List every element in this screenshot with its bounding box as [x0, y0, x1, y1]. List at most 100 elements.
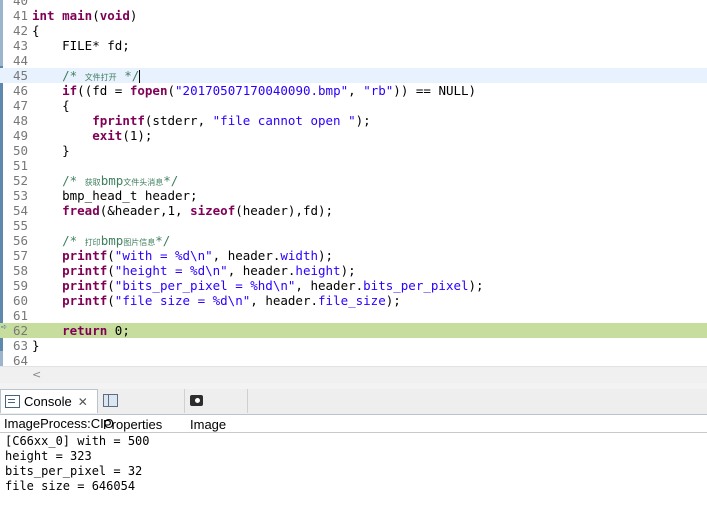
line-number: 47 [12, 98, 28, 113]
code-token: bmp [100, 233, 124, 248]
code-line[interactable]: 62 return 0; [0, 323, 707, 338]
code-token: height [295, 263, 341, 278]
tab-image-label: Image [190, 417, 227, 432]
code-token: ((fd = [77, 83, 130, 98]
code-token: { [32, 23, 40, 38]
code-token: /* [32, 68, 85, 83]
code-line[interactable]: 57 printf("with = %d\n", header.width); [0, 248, 707, 263]
code-line[interactable]: 55 [0, 218, 707, 233]
code-text: bmp_head_t header; [32, 188, 197, 203]
code-line[interactable]: 56 /* 打印bmp图片信息*/ [0, 233, 707, 248]
code-text: printf("bits_per_pixel = %hd\n", header.… [32, 278, 483, 293]
code-token: 打印 [84, 238, 101, 247]
tab-console[interactable]: Console ✕ [0, 389, 98, 413]
code-token: fopen [129, 83, 168, 98]
code-line[interactable]: 45 /* 文件打开 */ [0, 68, 707, 83]
editor-horizontal-scrollbar[interactable]: < [0, 366, 707, 383]
code-area[interactable]: 40 41 int main(void) 42 {43 FILE* fd; 44 45 /*… [0, 0, 707, 366]
code-token: ); [385, 293, 401, 308]
code-token: "file cannot open " [212, 113, 356, 128]
code-token: file_size [318, 293, 386, 308]
code-token: } [32, 143, 70, 158]
line-number: 46 [12, 83, 28, 98]
console-output-line: file size = 646054 [5, 479, 136, 493]
console-divider [0, 432, 707, 433]
code-line[interactable]: 49 exit(1); [0, 128, 707, 143]
code-token: (1); [122, 128, 153, 143]
code-line[interactable]: 41 int main(void) [0, 8, 707, 23]
scroll-left-arrow-icon[interactable]: < [32, 368, 41, 381]
line-number: 42 [12, 23, 28, 38]
code-token: ) [129, 8, 138, 23]
line-number: 48 [12, 113, 28, 128]
code-token: ); [318, 248, 334, 263]
code-token: ( [92, 8, 100, 23]
code-token: 图片信息 [123, 238, 156, 247]
code-line[interactable]: 46 if((fd = fopen("20170507170040090.bmp… [0, 83, 707, 98]
code-line[interactable]: 47 { [0, 98, 707, 113]
code-line[interactable]: 52 /* 获取bmp文件头消息*/ [0, 173, 707, 188]
code-token: bits_per_pixel [363, 278, 469, 293]
code-line[interactable]: 42 { [0, 23, 707, 38]
code-line[interactable]: 53 bmp_head_t header; [0, 188, 707, 203]
code-token: (&header,1, [99, 203, 191, 218]
code-text: } [32, 338, 40, 353]
line-number: 56 [12, 233, 28, 248]
line-number: 40 [12, 0, 28, 8]
code-token: bmp [100, 173, 124, 188]
tab-image[interactable]: Image [186, 389, 248, 432]
code-token: ( [107, 248, 115, 263]
code-token: fread [62, 203, 100, 218]
code-text: printf("height = %d\n", header.height); [32, 263, 356, 278]
tab-properties[interactable]: Properties [99, 389, 185, 432]
code-line[interactable]: 61 [0, 308, 707, 323]
code-line[interactable]: 64 [0, 353, 707, 366]
line-number: 49 [12, 128, 28, 143]
code-editor[interactable]: 40 41 int main(void) 42 {43 FILE* fd; 44 45 /*… [0, 0, 707, 366]
line-number: 54 [12, 203, 28, 218]
line-number: 62 [12, 323, 28, 338]
code-token: { [32, 98, 70, 113]
line-number: 64 [12, 353, 28, 366]
close-icon[interactable]: ✕ [78, 395, 88, 409]
code-token: printf [62, 248, 108, 263]
code-token: , header. [212, 248, 281, 263]
code-text: FILE* fd; [32, 38, 130, 53]
code-token: "height = %d\n" [114, 263, 228, 278]
code-line[interactable]: 40 [0, 0, 707, 8]
line-number: 53 [12, 188, 28, 203]
code-token: printf [62, 278, 108, 293]
code-line[interactable]: 58 printf("height = %d\n", header.height… [0, 263, 707, 278]
console-output[interactable]: [C66xx_0] with = 500 height = 323 bits_per… [5, 434, 150, 494]
code-line[interactable]: 54 fread(&header,1, sizeof(header),fd); [0, 203, 707, 218]
text-caret [139, 70, 141, 83]
debug-current-line-arrow-icon: ➪ [1, 322, 8, 333]
code-line[interactable]: 60 printf("file size = %d\n", header.fil… [0, 293, 707, 308]
code-line[interactable]: 50 } [0, 143, 707, 158]
line-number: 52 [12, 173, 28, 188]
code-token: sizeof [190, 203, 236, 218]
code-line[interactable]: 48 fprintf(stderr, "file cannot open "); [0, 113, 707, 128]
code-token: */ [163, 173, 179, 188]
code-line[interactable]: 59 printf("bits_per_pixel = %hd\n", head… [0, 278, 707, 293]
line-number: 60 [12, 293, 28, 308]
code-token: ); [340, 263, 356, 278]
code-token: ( [167, 83, 176, 98]
code-line[interactable]: 51 [0, 158, 707, 173]
code-line[interactable]: 44 [0, 53, 707, 68]
code-token: */ [116, 68, 140, 83]
code-token: "bits_per_pixel = %hd\n" [114, 278, 296, 293]
code-token: )) == NULL) [393, 83, 477, 98]
code-token: "file size = %d\n" [114, 293, 251, 308]
line-number: 58 [12, 263, 28, 278]
code-line[interactable]: 43 FILE* fd; [0, 38, 707, 53]
code-token: 文件打开 [84, 73, 117, 82]
line-number: 55 [12, 218, 28, 233]
code-line[interactable]: 63} [0, 338, 707, 353]
line-number: 45 [12, 68, 28, 83]
